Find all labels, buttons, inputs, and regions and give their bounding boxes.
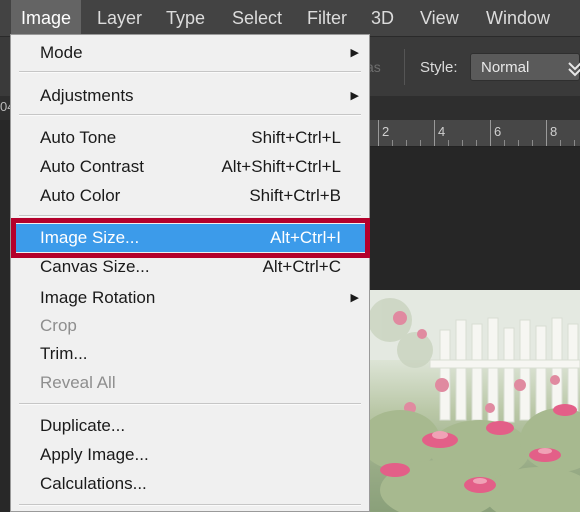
menu-item-reveal-all: Reveal All [11, 369, 369, 397]
submenu-arrow-icon: ▶ [350, 47, 359, 59]
menu-item-label: Mode [40, 43, 83, 62]
menu-item-mode[interactable]: Mode ▶ [11, 39, 369, 67]
ruler-tick [434, 120, 435, 146]
menu-image[interactable]: Image [11, 0, 82, 36]
menu-layer[interactable]: Layer [97, 0, 142, 36]
ruler-label: 8 [550, 124, 558, 139]
menu-item-auto-color[interactable]: Auto Color Shift+Ctrl+B [11, 182, 369, 210]
menu-item-label: Duplicate... [40, 416, 126, 435]
ruler-label: 2 [382, 124, 390, 139]
ruler-label: 6 [494, 124, 502, 139]
menu-item-label: Trim... [40, 344, 88, 363]
menu-bar: Image Layer Type Select Filter 3D View W… [0, 0, 580, 36]
menu-separator [19, 114, 361, 116]
annotation-highlight-box [11, 218, 370, 258]
menu-item-label: Auto Color [40, 186, 121, 205]
menu-window[interactable]: Window [486, 0, 550, 36]
ruler-tick [378, 120, 379, 146]
ruler-label: 4 [438, 124, 446, 139]
options-divider [404, 49, 405, 85]
menu-3d[interactable]: 3D [371, 0, 394, 36]
menu-item-crop: Crop [11, 312, 369, 340]
ruler-tick [420, 140, 421, 146]
horizontal-ruler: 4 6 8 2 [370, 120, 580, 147]
menu-item-shortcut: Shift+Ctrl+B [249, 186, 341, 205]
menu-item-calculations[interactable]: Calculations... [11, 470, 369, 498]
ruler-tick [490, 120, 491, 146]
menu-separator [19, 71, 361, 73]
ruler-tick [560, 140, 561, 146]
menu-item-label: Crop [40, 316, 77, 335]
submenu-arrow-icon: ▶ [350, 90, 359, 102]
menu-item-label: Reveal All [40, 373, 116, 392]
ruler-tick [476, 140, 477, 146]
ruler-tick [546, 120, 547, 146]
document-image [370, 290, 580, 512]
menu-type[interactable]: Type [166, 0, 205, 36]
submenu-arrow-icon: ▶ [350, 292, 359, 304]
style-dropdown-value: Normal [481, 59, 530, 76]
ruler-tick [462, 140, 463, 146]
menu-item-adjustments[interactable]: Adjustments ▶ [11, 82, 369, 110]
menu-separator [19, 504, 361, 506]
menu-item-shortcut: Shift+Ctrl+L [251, 128, 341, 147]
ruler-tick [518, 140, 519, 146]
image-menu-dropdown: Mode ▶ Adjustments ▶ Auto Tone Shift+Ctr… [10, 34, 370, 512]
ruler-tick [392, 140, 393, 146]
menu-separator [19, 215, 361, 217]
menu-item-duplicate[interactable]: Duplicate... [11, 412, 369, 440]
menu-item-label: Auto Tone [40, 128, 117, 147]
menu-item-label: Calculations... [40, 474, 147, 493]
menu-item-shortcut: Alt+Shift+Ctrl+L [221, 157, 341, 176]
menu-item-image-rotation[interactable]: Image Rotation ▶ [11, 284, 369, 312]
ruler-tick [448, 140, 449, 146]
menu-item-auto-tone[interactable]: Auto Tone Shift+Ctrl+L [11, 124, 369, 152]
menu-item-label: Adjustments [40, 86, 134, 105]
menu-item-label: Auto Contrast [40, 157, 144, 176]
menu-select[interactable]: Select [232, 0, 282, 36]
ruler-tick [574, 140, 575, 146]
menu-item-apply-image[interactable]: Apply Image... [11, 441, 369, 469]
ruler-tick [532, 140, 533, 146]
menu-item-label: Apply Image... [40, 445, 149, 464]
menu-item-trim[interactable]: Trim... [11, 340, 369, 368]
menu-view[interactable]: View [420, 0, 459, 36]
ruler-tick [406, 140, 407, 146]
ruler-tick [504, 140, 505, 146]
style-dropdown[interactable]: Normal [470, 53, 580, 81]
photo-illustration [370, 290, 580, 512]
menu-item-label: Image Rotation [40, 288, 156, 307]
menu-separator [19, 403, 361, 405]
menu-filter[interactable]: Filter [307, 0, 347, 36]
chevron-down-icon [568, 62, 580, 77]
menu-item-auto-contrast[interactable]: Auto Contrast Alt+Shift+Ctrl+L [11, 153, 369, 181]
style-label: Style: [420, 59, 458, 76]
